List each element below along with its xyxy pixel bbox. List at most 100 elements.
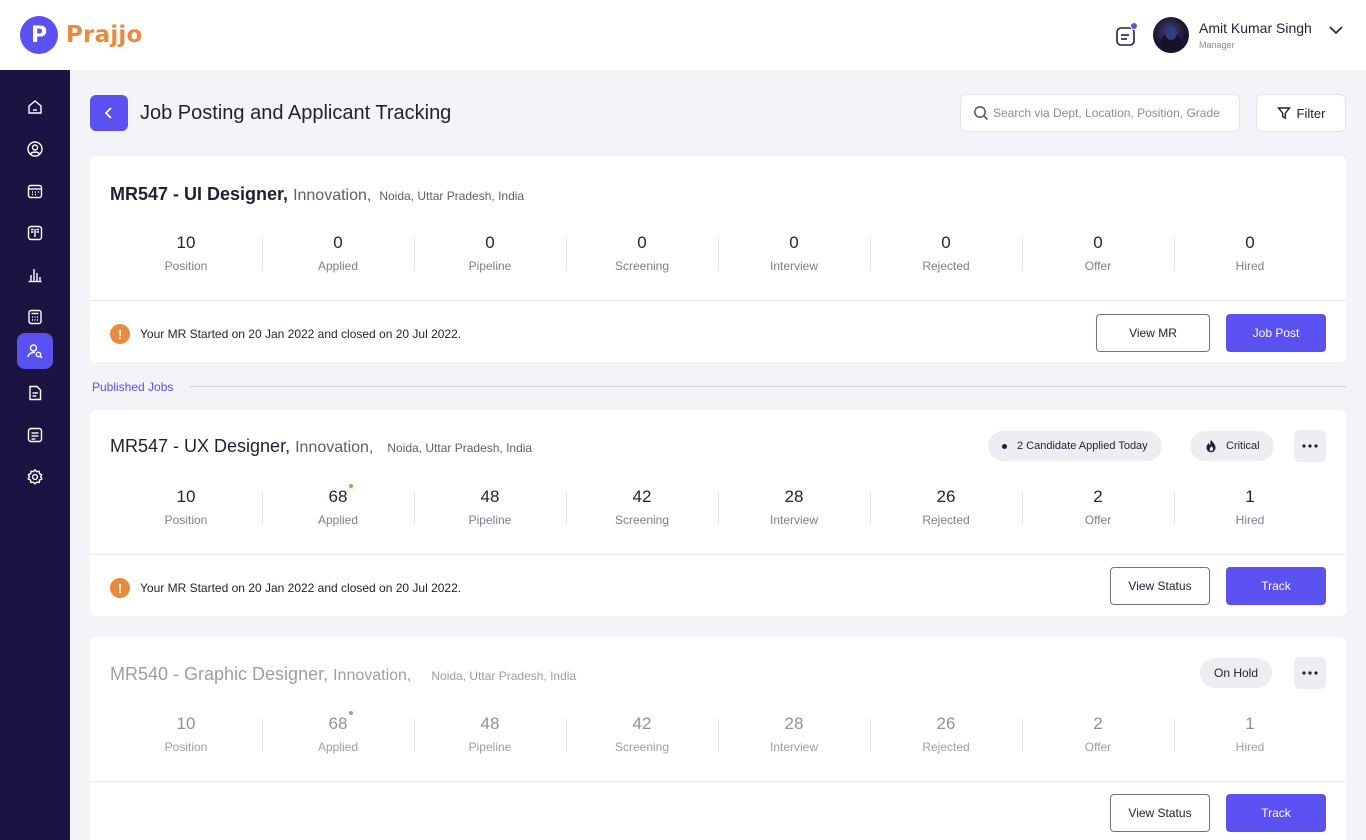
calendar-icon	[27, 184, 43, 199]
job-title: MR540 - Graphic Designer, Innovation, No…	[110, 664, 576, 685]
back-button[interactable]	[90, 95, 128, 131]
filter-label: Filter	[1296, 105, 1326, 121]
track-button[interactable]: Track	[1226, 794, 1326, 832]
job-post-button[interactable]: Job Post	[1226, 314, 1326, 352]
stat-position[interactable]: 10 Position	[110, 233, 262, 273]
more-icon	[1302, 671, 1318, 675]
book-icon	[27, 225, 43, 241]
card-divider	[90, 554, 1346, 555]
home-icon	[28, 100, 42, 114]
stat-pipeline[interactable]: 48 Pipeline	[414, 714, 566, 754]
stat-interview[interactable]: 0 Interview	[718, 233, 870, 273]
sidebar	[0, 70, 70, 840]
mr-notice: ! Your MR Started on 20 Jan 2022 and clo…	[110, 324, 461, 344]
sidebar-item-learning[interactable]	[17, 215, 53, 251]
more-icon	[1302, 444, 1318, 448]
job-stats: 10 Position 0 Applied 0 Pipeline 0 Screening…	[110, 233, 1326, 273]
mr-notice: ! Your MR Started on 20 Jan 2022 and clo…	[110, 578, 461, 598]
stat-hired[interactable]: 1 Hired	[1174, 714, 1326, 754]
job-location: Noida, Uttar Pradesh, India	[379, 189, 525, 203]
stat-offer[interactable]: 0 Offer	[1022, 233, 1174, 273]
job-department: Innovation,	[333, 667, 412, 684]
view-status-button[interactable]: View Status	[1110, 794, 1210, 832]
search-box[interactable]	[960, 94, 1240, 132]
job-department: Innovation,	[293, 187, 372, 204]
document-icon	[29, 385, 42, 401]
new-applicant-dot	[349, 484, 354, 488]
more-options-button[interactable]	[1294, 657, 1326, 689]
stat-applied[interactable]: 68 Applied	[262, 711, 414, 754]
stat-interview[interactable]: 28 Interview	[718, 714, 870, 754]
calculator-icon	[28, 309, 42, 325]
stat-screening[interactable]: 42 Screening	[566, 714, 718, 754]
sidebar-item-profile[interactable]	[17, 131, 53, 167]
flame-icon	[1206, 439, 1216, 453]
job-code-title: MR547 - UX Designer,	[110, 436, 291, 456]
sidebar-item-calendar[interactable]	[17, 173, 53, 209]
view-mr-button[interactable]: View MR	[1096, 314, 1210, 352]
user-role: Manager	[1199, 40, 1235, 50]
stat-offer[interactable]: 2 Offer	[1022, 487, 1174, 527]
view-status-button[interactable]: View Status	[1110, 567, 1210, 605]
job-card: MR540 - Graphic Designer, Innovation, No…	[90, 637, 1346, 840]
notification-icon[interactable]	[1114, 22, 1138, 48]
more-options-button[interactable]	[1294, 430, 1326, 462]
sidebar-item-documents[interactable]	[17, 375, 53, 411]
stat-interview[interactable]: 28 Interview	[718, 487, 870, 527]
stat-applied[interactable]: 68 Applied	[262, 484, 414, 527]
avatar[interactable]	[1153, 17, 1189, 53]
stat-position[interactable]: 10 Position	[110, 487, 262, 527]
stat-offer[interactable]: 2 Offer	[1022, 714, 1174, 754]
new-applicant-dot	[349, 711, 354, 715]
section-label: Published Jobs	[92, 380, 174, 394]
stat-rejected[interactable]: 0 Rejected	[870, 233, 1022, 273]
job-code-title: MR540 - Graphic Designer,	[110, 664, 329, 684]
app-logo[interactable]: P Prajjo	[20, 16, 143, 54]
stat-hired[interactable]: 0 Hired	[1174, 233, 1326, 273]
job-title: MR547 - UX Designer, Innovation, Noida, …	[110, 436, 532, 457]
recruitment-icon	[27, 344, 43, 359]
sidebar-item-recruitment[interactable]	[17, 333, 53, 369]
sidebar-item-settings[interactable]	[17, 459, 53, 495]
sidebar-item-reports[interactable]	[17, 257, 53, 293]
stat-screening[interactable]: 42 Screening	[566, 487, 718, 527]
top-bar: P Prajjo Amit Kumar Singh Manager	[0, 0, 1366, 70]
stat-position[interactable]: 10 Position	[110, 714, 262, 754]
sidebar-item-payroll[interactable]	[17, 299, 53, 335]
job-code-title: MR547 - UI Designer,	[110, 184, 289, 204]
warning-icon: !	[110, 324, 130, 344]
stat-rejected[interactable]: 26 Rejected	[870, 714, 1022, 754]
list-icon	[27, 427, 43, 443]
page-title: Job Posting and Applicant Tracking	[140, 102, 452, 124]
chart-icon	[28, 269, 42, 283]
search-input[interactable]	[993, 95, 1233, 131]
warning-icon: !	[110, 578, 130, 598]
stat-screening[interactable]: 0 Screening	[566, 233, 718, 273]
bullet-icon	[1002, 443, 1007, 449]
card-divider	[90, 300, 1346, 301]
notice-text: Your MR Started on 20 Jan 2022 and close…	[140, 581, 462, 595]
notification-dot	[1130, 22, 1138, 30]
job-card: MR547 - UI Designer, Innovation, Noida, …	[90, 156, 1346, 362]
sidebar-item-tasks[interactable]	[17, 417, 53, 453]
section-divider	[190, 386, 1346, 387]
filter-button[interactable]: Filter	[1256, 94, 1346, 132]
stat-hired[interactable]: 1 Hired	[1174, 487, 1326, 527]
settings-icon	[27, 468, 43, 485]
job-stats: 10 Position 68 Applied 48 Pipeline 42 Screen…	[110, 484, 1326, 527]
user-icon	[27, 141, 43, 157]
logo-text: Prajjo	[66, 22, 143, 48]
job-department: Innovation,	[295, 439, 374, 456]
track-button[interactable]: Track	[1226, 567, 1326, 605]
chevron-left-icon	[104, 107, 112, 119]
stat-rejected[interactable]: 26 Rejected	[870, 487, 1022, 527]
job-location: Noida, Uttar Pradesh, India	[387, 441, 533, 455]
search-icon	[974, 106, 989, 121]
job-card: MR547 - UX Designer, Innovation, Noida, …	[90, 410, 1346, 616]
stat-applied[interactable]: 0 Applied	[262, 233, 414, 273]
chevron-down-icon[interactable]	[1328, 22, 1344, 38]
card-divider	[90, 781, 1346, 782]
sidebar-item-home[interactable]	[17, 89, 53, 125]
stat-pipeline[interactable]: 0 Pipeline	[414, 233, 566, 273]
stat-pipeline[interactable]: 48 Pipeline	[414, 487, 566, 527]
